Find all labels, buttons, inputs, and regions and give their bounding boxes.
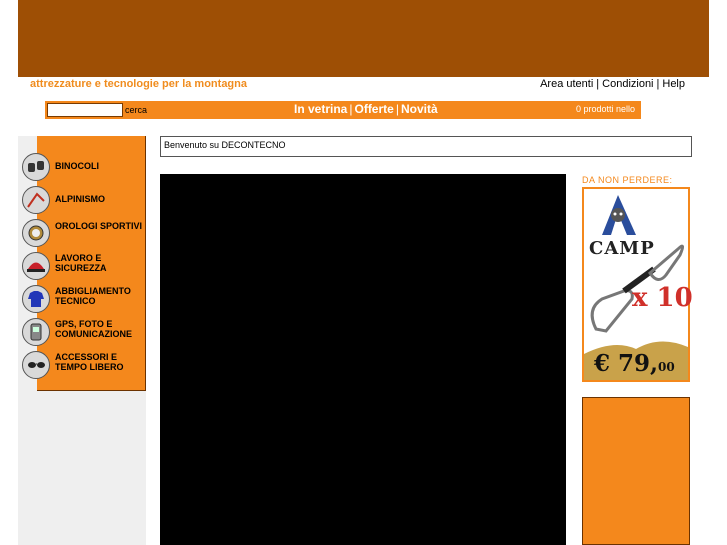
category-label: ACCESSORI E TEMPO LIBERO [55, 352, 124, 372]
search-input[interactable] [47, 103, 123, 117]
category-lavoro[interactable]: LAVORO E SICUREZZA [22, 249, 146, 281]
cart-status[interactable]: 0 prodotti nello [576, 104, 635, 114]
nav-separator: | [349, 102, 353, 116]
helmet-icon [22, 252, 50, 280]
promo-price: € 79,00 [594, 350, 675, 377]
promo-multiplier: x 10 [632, 283, 693, 313]
nav-in-vetrina[interactable]: In vetrina [294, 102, 347, 116]
sunglasses-icon [22, 351, 50, 379]
video-player[interactable] [160, 174, 566, 545]
top-links: Area utenti | Condizioni | Help [540, 78, 685, 90]
category-label: OROLOGI SPORTIVI [55, 221, 143, 231]
search-button[interactable]: cerca [125, 105, 147, 115]
category-label: ALPINISMO [55, 194, 106, 204]
site-tagline: attrezzature e tecnologie per la montagn… [30, 78, 247, 90]
category-gps[interactable]: GPS, FOTO E COMUNICAZIONE [22, 315, 146, 347]
nav-novita[interactable]: Novità [401, 102, 438, 116]
help-link[interactable]: Help [662, 78, 685, 90]
link-separator: | [596, 78, 600, 90]
jacket-icon [22, 285, 50, 313]
header-banner [18, 0, 709, 77]
promo-brand: CAMP [589, 238, 655, 259]
category-orologi[interactable]: OROLOGI SPORTIVI [22, 216, 146, 248]
watch-icon [22, 219, 50, 247]
ice-axe-icon [22, 186, 50, 214]
condizioni-link[interactable]: Condizioni [602, 78, 653, 90]
price-cents: 00 [658, 360, 675, 374]
category-abbigliamento[interactable]: ABBIGLIAMENTO TECNICO [22, 282, 146, 314]
nav-separator: | [395, 102, 399, 116]
gps-device-icon [22, 318, 50, 346]
promo-title: DA NON PERDERE: [582, 175, 673, 185]
price-main: € 79, [594, 350, 659, 377]
category-label: GPS, FOTO E COMUNICAZIONE [55, 319, 132, 339]
link-separator: | [656, 78, 660, 90]
category-label: LAVORO E SICUREZZA [55, 253, 107, 273]
category-accessori[interactable]: ACCESSORI E TEMPO LIBERO [22, 348, 146, 380]
binoculars-icon [22, 153, 50, 181]
category-label: ABBIGLIAMENTO TECNICO [55, 286, 131, 306]
side-banner[interactable] [582, 397, 690, 545]
category-binocoli[interactable]: BINOCOLI [22, 150, 146, 182]
category-label: BINOCOLI [55, 161, 99, 171]
area-utenti-link[interactable]: Area utenti [540, 78, 593, 90]
category-alpinismo[interactable]: ALPINISMO [22, 183, 146, 215]
nav-offerte[interactable]: Offerte [354, 102, 393, 116]
welcome-text: Benvenuto su DECONTECNO [164, 140, 286, 150]
main-nav: In vetrina | Offerte | Novità [294, 102, 438, 116]
